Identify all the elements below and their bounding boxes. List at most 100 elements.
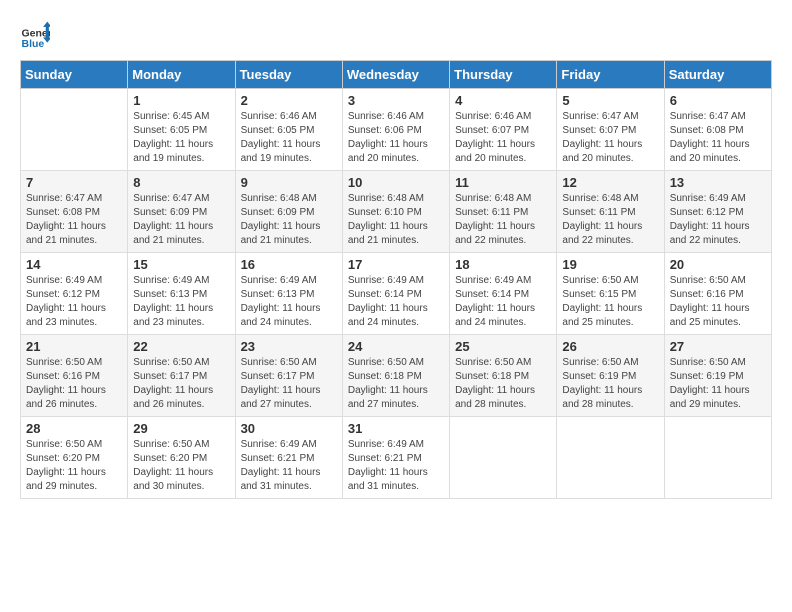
day-number: 22 <box>133 339 229 354</box>
day-number: 1 <box>133 93 229 108</box>
day-number: 8 <box>133 175 229 190</box>
calendar-cell: 11 Sunrise: 6:48 AM Sunset: 6:11 PM Dayli… <box>450 171 557 253</box>
calendar-cell: 22 Sunrise: 6:50 AM Sunset: 6:17 PM Dayli… <box>128 335 235 417</box>
day-number: 30 <box>241 421 337 436</box>
day-detail: Sunrise: 6:50 AM Sunset: 6:19 PM Dayligh… <box>670 356 766 412</box>
calendar-cell: 14 Sunrise: 6:49 AM Sunset: 6:12 PM Dayli… <box>21 253 128 335</box>
day-detail: Sunrise: 6:45 AM Sunset: 6:05 PM Dayligh… <box>133 110 229 166</box>
calendar-cell: 6 Sunrise: 6:47 AM Sunset: 6:08 PM Daylig… <box>664 89 771 171</box>
day-detail: Sunrise: 6:50 AM Sunset: 6:16 PM Dayligh… <box>26 356 122 412</box>
day-detail: Sunrise: 6:50 AM Sunset: 6:18 PM Dayligh… <box>455 356 551 412</box>
calendar-cell: 28 Sunrise: 6:50 AM Sunset: 6:20 PM Dayli… <box>21 417 128 499</box>
day-number: 29 <box>133 421 229 436</box>
calendar-cell: 30 Sunrise: 6:49 AM Sunset: 6:21 PM Dayli… <box>235 417 342 499</box>
day-detail: Sunrise: 6:49 AM Sunset: 6:21 PM Dayligh… <box>348 438 444 494</box>
calendar-cell: 21 Sunrise: 6:50 AM Sunset: 6:16 PM Dayli… <box>21 335 128 417</box>
day-number: 18 <box>455 257 551 272</box>
day-detail: Sunrise: 6:49 AM Sunset: 6:12 PM Dayligh… <box>26 274 122 330</box>
day-number: 3 <box>348 93 444 108</box>
calendar-cell: 19 Sunrise: 6:50 AM Sunset: 6:15 PM Dayli… <box>557 253 664 335</box>
day-number: 4 <box>455 93 551 108</box>
day-number: 26 <box>562 339 658 354</box>
day-detail: Sunrise: 6:49 AM Sunset: 6:13 PM Dayligh… <box>133 274 229 330</box>
svg-text:Blue: Blue <box>22 38 45 50</box>
calendar-cell: 18Sunrise: 6:49 AM Sunset: 6:14 PM Dayli… <box>450 253 557 335</box>
page-header: General Blue <box>20 20 772 50</box>
calendar-cell: 31Sunrise: 6:49 AM Sunset: 6:21 PM Dayli… <box>342 417 449 499</box>
calendar-cell: 16 Sunrise: 6:49 AM Sunset: 6:13 PM Dayli… <box>235 253 342 335</box>
calendar-cell: 1 Sunrise: 6:45 AM Sunset: 6:05 PM Daylig… <box>128 89 235 171</box>
calendar-table: SundayMondayTuesdayWednesdayThursdayFrid… <box>20 60 772 499</box>
calendar-cell: 20Sunrise: 6:50 AM Sunset: 6:16 PM Dayli… <box>664 253 771 335</box>
calendar-header-thursday: Thursday <box>450 61 557 89</box>
day-number: 11 <box>455 175 551 190</box>
calendar-cell: 17Sunrise: 6:49 AM Sunset: 6:14 PM Dayli… <box>342 253 449 335</box>
calendar-cell <box>450 417 557 499</box>
calendar-cell <box>664 417 771 499</box>
day-detail: Sunrise: 6:50 AM Sunset: 6:17 PM Dayligh… <box>133 356 229 412</box>
day-detail: Sunrise: 6:49 AM Sunset: 6:12 PM Dayligh… <box>670 192 766 248</box>
calendar-week-row: 28 Sunrise: 6:50 AM Sunset: 6:20 PM Dayli… <box>21 417 772 499</box>
calendar-header-wednesday: Wednesday <box>342 61 449 89</box>
day-detail: Sunrise: 6:47 AM Sunset: 6:08 PM Dayligh… <box>26 192 122 248</box>
day-number: 13 <box>670 175 766 190</box>
calendar-week-row: 21 Sunrise: 6:50 AM Sunset: 6:16 PM Dayli… <box>21 335 772 417</box>
day-number: 27 <box>670 339 766 354</box>
calendar-cell: 9Sunrise: 6:48 AM Sunset: 6:09 PM Daylig… <box>235 171 342 253</box>
day-number: 5 <box>562 93 658 108</box>
calendar-header-row: SundayMondayTuesdayWednesdayThursdayFrid… <box>21 61 772 89</box>
day-number: 21 <box>26 339 122 354</box>
day-number: 25 <box>455 339 551 354</box>
day-detail: Sunrise: 6:48 AM Sunset: 6:11 PM Dayligh… <box>455 192 551 248</box>
day-number: 10 <box>348 175 444 190</box>
day-detail: Sunrise: 6:46 AM Sunset: 6:07 PM Dayligh… <box>455 110 551 166</box>
day-detail: Sunrise: 6:49 AM Sunset: 6:13 PM Dayligh… <box>241 274 337 330</box>
day-detail: Sunrise: 6:46 AM Sunset: 6:05 PM Dayligh… <box>241 110 337 166</box>
calendar-cell: 26 Sunrise: 6:50 AM Sunset: 6:19 PM Dayli… <box>557 335 664 417</box>
day-detail: Sunrise: 6:47 AM Sunset: 6:09 PM Dayligh… <box>133 192 229 248</box>
calendar-cell: 10 Sunrise: 6:48 AM Sunset: 6:10 PM Dayli… <box>342 171 449 253</box>
calendar-cell: 24Sunrise: 6:50 AM Sunset: 6:18 PM Dayli… <box>342 335 449 417</box>
day-number: 23 <box>241 339 337 354</box>
calendar-cell: 4 Sunrise: 6:46 AM Sunset: 6:07 PM Daylig… <box>450 89 557 171</box>
day-detail: Sunrise: 6:48 AM Sunset: 6:10 PM Dayligh… <box>348 192 444 248</box>
calendar-cell: 3 Sunrise: 6:46 AM Sunset: 6:06 PM Daylig… <box>342 89 449 171</box>
day-number: 12 <box>562 175 658 190</box>
day-number: 19 <box>562 257 658 272</box>
day-detail: Sunrise: 6:50 AM Sunset: 6:18 PM Dayligh… <box>348 356 444 412</box>
calendar-week-row: 14 Sunrise: 6:49 AM Sunset: 6:12 PM Dayli… <box>21 253 772 335</box>
day-number: 6 <box>670 93 766 108</box>
calendar-cell <box>21 89 128 171</box>
day-number: 28 <box>26 421 122 436</box>
day-detail: Sunrise: 6:46 AM Sunset: 6:06 PM Dayligh… <box>348 110 444 166</box>
day-number: 20 <box>670 257 766 272</box>
calendar-header-saturday: Saturday <box>664 61 771 89</box>
day-number: 14 <box>26 257 122 272</box>
calendar-header-sunday: Sunday <box>21 61 128 89</box>
day-number: 2 <box>241 93 337 108</box>
day-detail: Sunrise: 6:50 AM Sunset: 6:20 PM Dayligh… <box>26 438 122 494</box>
day-detail: Sunrise: 6:50 AM Sunset: 6:20 PM Dayligh… <box>133 438 229 494</box>
calendar-cell: 25 Sunrise: 6:50 AM Sunset: 6:18 PM Dayli… <box>450 335 557 417</box>
day-number: 15 <box>133 257 229 272</box>
calendar-cell: 8 Sunrise: 6:47 AM Sunset: 6:09 PM Daylig… <box>128 171 235 253</box>
calendar-header-tuesday: Tuesday <box>235 61 342 89</box>
logo: General Blue <box>20 20 54 50</box>
day-number: 9 <box>241 175 337 190</box>
day-detail: Sunrise: 6:47 AM Sunset: 6:08 PM Dayligh… <box>670 110 766 166</box>
day-detail: Sunrise: 6:50 AM Sunset: 6:15 PM Dayligh… <box>562 274 658 330</box>
day-detail: Sunrise: 6:50 AM Sunset: 6:17 PM Dayligh… <box>241 356 337 412</box>
day-number: 16 <box>241 257 337 272</box>
calendar-cell: 15 Sunrise: 6:49 AM Sunset: 6:13 PM Dayli… <box>128 253 235 335</box>
day-number: 7 <box>26 175 122 190</box>
logo-icon: General Blue <box>20 20 50 50</box>
calendar-week-row: 7 Sunrise: 6:47 AM Sunset: 6:08 PM Daylig… <box>21 171 772 253</box>
day-detail: Sunrise: 6:49 AM Sunset: 6:21 PM Dayligh… <box>241 438 337 494</box>
day-detail: Sunrise: 6:47 AM Sunset: 6:07 PM Dayligh… <box>562 110 658 166</box>
calendar-header-monday: Monday <box>128 61 235 89</box>
day-detail: Sunrise: 6:50 AM Sunset: 6:19 PM Dayligh… <box>562 356 658 412</box>
calendar-cell: 12Sunrise: 6:48 AM Sunset: 6:11 PM Dayli… <box>557 171 664 253</box>
calendar-cell <box>557 417 664 499</box>
calendar-cell: 7 Sunrise: 6:47 AM Sunset: 6:08 PM Daylig… <box>21 171 128 253</box>
calendar-cell: 29 Sunrise: 6:50 AM Sunset: 6:20 PM Dayli… <box>128 417 235 499</box>
